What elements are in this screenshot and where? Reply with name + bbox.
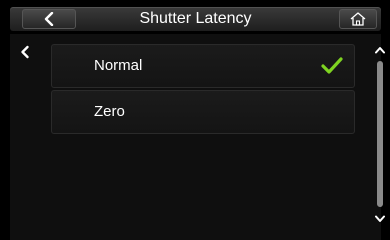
- option-zero[interactable]: Zero: [51, 90, 355, 134]
- back-button[interactable]: [22, 9, 76, 29]
- option-normal[interactable]: Normal: [51, 44, 355, 88]
- checkmark-icon: [321, 57, 343, 74]
- home-button[interactable]: [339, 9, 377, 29]
- chevron-left-icon: [21, 45, 29, 59]
- device-screen: Shutter Latency Normal Zero: [0, 0, 390, 240]
- home-icon: [350, 12, 366, 26]
- scroll-up-button[interactable]: [371, 42, 389, 58]
- chevron-left-icon: [44, 12, 54, 26]
- title-bar: Shutter Latency: [10, 7, 381, 31]
- chevron-up-icon: [375, 47, 385, 54]
- option-label: Zero: [94, 103, 125, 120]
- content-area: Normal Zero: [10, 34, 385, 240]
- option-label: Normal: [94, 57, 143, 74]
- side-back-button[interactable]: [12, 40, 38, 64]
- chevron-down-icon: [375, 215, 385, 222]
- options-list: Normal Zero: [51, 44, 355, 136]
- scrollbar-thumb[interactable]: [377, 61, 383, 207]
- scroll-down-button[interactable]: [371, 211, 389, 227]
- scrollbar-track[interactable]: [377, 61, 383, 207]
